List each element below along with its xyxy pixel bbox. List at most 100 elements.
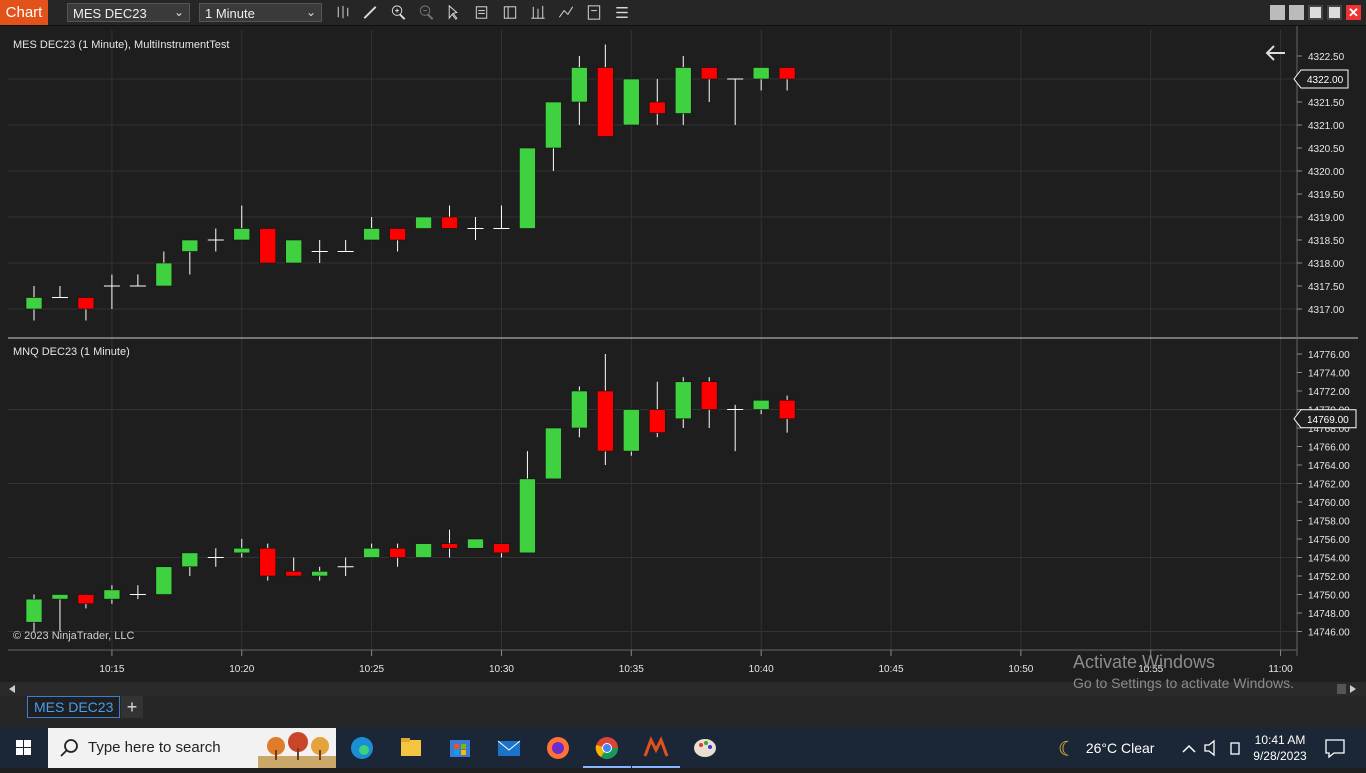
mes-candle-body[interactable] xyxy=(389,228,406,241)
mnq-candle-body[interactable] xyxy=(519,478,536,554)
mes-candle-body[interactable] xyxy=(545,101,562,149)
firefox-icon[interactable] xyxy=(534,728,582,768)
mnq-candle-body[interactable] xyxy=(778,399,796,420)
edge-icon[interactable] xyxy=(338,728,386,768)
tab-mes-dec23[interactable]: MES DEC23 xyxy=(27,696,120,718)
add-tab-button[interactable]: + xyxy=(121,696,143,718)
mes-candle-body[interactable] xyxy=(752,67,770,80)
strategies-icon[interactable] xyxy=(556,3,576,22)
mes-candle-body[interactable] xyxy=(363,228,380,241)
zoom-out-icon[interactable] xyxy=(416,3,436,22)
interval-selector[interactable]: 1 Minute ⌄ xyxy=(199,3,322,22)
mes-candle-body[interactable] xyxy=(674,67,692,114)
mes-candle-body[interactable] xyxy=(700,67,718,80)
mes-candle-body[interactable] xyxy=(441,216,458,229)
indicators-icon[interactable] xyxy=(528,3,548,22)
scroll-thumb[interactable] xyxy=(1337,684,1346,694)
search-placeholder: Type here to search xyxy=(88,739,221,756)
bars-type-icon[interactable] xyxy=(333,3,353,22)
mes-candle-body[interactable] xyxy=(233,228,251,241)
system-tray[interactable] xyxy=(1178,728,1248,768)
mnq-candle-body[interactable] xyxy=(597,390,614,452)
restore-icon[interactable] xyxy=(1327,5,1342,20)
close-icon[interactable]: ✕ xyxy=(1346,5,1361,20)
mnq-candle-body[interactable] xyxy=(441,543,458,549)
menu-icon[interactable] xyxy=(612,3,632,22)
mnq-candle-body[interactable] xyxy=(77,594,95,605)
mes-candle-body[interactable] xyxy=(623,78,640,126)
current-price-top: 4322.00 xyxy=(1307,75,1344,86)
chart-canvas[interactable]: 4322.50 4321.50 4321.00 4320.50 4320.00 4319.… xyxy=(0,26,1366,682)
ninjatrader-icon[interactable] xyxy=(632,728,680,768)
properties-icon[interactable] xyxy=(500,3,520,22)
tile-icon[interactable] xyxy=(1289,5,1304,20)
mnq-candle-body[interactable] xyxy=(51,594,69,600)
mnq-candle-body[interactable] xyxy=(259,547,277,577)
chrome-icon[interactable] xyxy=(583,728,631,768)
taskbar-clock[interactable]: 10:41 AM 9/28/2023 xyxy=(1250,732,1310,764)
file-explorer-icon[interactable] xyxy=(387,728,435,768)
mes-candle-body[interactable] xyxy=(77,297,95,310)
mes-candle-body[interactable] xyxy=(519,147,536,229)
mes-candle-body[interactable] xyxy=(415,216,432,229)
time-tick: 10:30 xyxy=(489,664,514,675)
pointer-icon[interactable] xyxy=(443,3,463,22)
current-price-bottom: 14769.00 xyxy=(1307,415,1349,426)
start-button[interactable] xyxy=(0,728,48,768)
instrument-value: MES DEC23 xyxy=(73,6,147,21)
store-icon[interactable] xyxy=(436,728,484,768)
mnq-candle-body[interactable] xyxy=(674,381,692,420)
scroll-right-icon[interactable] xyxy=(1350,685,1356,693)
chart-menu-button[interactable]: Chart xyxy=(0,0,48,25)
mnq-candle-body[interactable] xyxy=(700,381,718,410)
mes-candle-body[interactable] xyxy=(181,239,199,252)
chart-area[interactable]: 4322.50 4321.50 4321.00 4320.50 4320.00 4319.… xyxy=(0,26,1366,682)
scroll-left-icon[interactable] xyxy=(9,685,15,693)
chevron-up-icon xyxy=(1182,744,1196,753)
clock-date: 9/28/2023 xyxy=(1253,749,1307,763)
tile-icon[interactable] xyxy=(1270,5,1285,20)
zoom-in-icon[interactable] xyxy=(388,3,408,22)
mnq-candle-body[interactable] xyxy=(545,427,562,480)
notification-icon[interactable] xyxy=(1320,728,1350,768)
drawing-pencil-icon[interactable] xyxy=(360,3,380,22)
mes-candle-body[interactable] xyxy=(259,228,277,264)
mes-candle-body[interactable] xyxy=(25,297,43,310)
mnq-candle-body[interactable] xyxy=(311,571,328,577)
arrow-left-icon[interactable] xyxy=(1265,45,1285,61)
data-box-icon[interactable] xyxy=(472,3,492,22)
mnq-candle-body[interactable] xyxy=(752,399,770,410)
mes-candle-body[interactable] xyxy=(597,67,614,137)
mnq-candle-body[interactable] xyxy=(233,547,251,554)
mail-icon[interactable] xyxy=(485,728,533,768)
mes-candle-body[interactable] xyxy=(648,101,666,114)
mnq-candle-body[interactable] xyxy=(623,409,640,452)
mnq-candle-body[interactable] xyxy=(571,390,588,429)
activate-windows-watermark: Activate Windows Go to Settings to activ… xyxy=(1073,652,1294,691)
mnq-candle-body[interactable] xyxy=(493,543,510,554)
mnq-price-tick: 14748.00 xyxy=(1308,609,1350,620)
mnq-price-tick: 14746.00 xyxy=(1308,628,1350,639)
mnq-candle-body[interactable] xyxy=(181,552,199,568)
weather-widget[interactable]: ☾ 26°C Clear xyxy=(1058,728,1154,768)
minimize-icon[interactable] xyxy=(1308,5,1323,20)
chevron-down-icon: ⌄ xyxy=(173,5,184,19)
paint-icon[interactable] xyxy=(681,728,729,768)
mnq-candle-body[interactable] xyxy=(25,598,43,623)
mes-candle-body[interactable] xyxy=(155,262,173,287)
mnq-candle-body[interactable] xyxy=(103,589,121,600)
mnq-candle-body[interactable] xyxy=(363,547,380,558)
mnq-candle-body[interactable] xyxy=(389,547,406,558)
mnq-candle-body[interactable] xyxy=(155,566,173,595)
windows-logo-icon xyxy=(16,740,31,755)
mes-candle-body[interactable] xyxy=(778,67,796,80)
mes-candle-body[interactable] xyxy=(571,67,588,103)
taskbar-search-box[interactable]: Type here to search xyxy=(48,728,336,768)
templates-icon[interactable] xyxy=(584,3,604,22)
mnq-candle-body[interactable] xyxy=(415,543,432,558)
mnq-candle-body[interactable] xyxy=(285,571,303,577)
instrument-selector[interactable]: MES DEC23 ⌄ xyxy=(67,3,190,22)
mes-candle-body[interactable] xyxy=(285,239,303,264)
mnq-candle-body[interactable] xyxy=(648,409,666,433)
mnq-candle-body[interactable] xyxy=(467,538,484,549)
